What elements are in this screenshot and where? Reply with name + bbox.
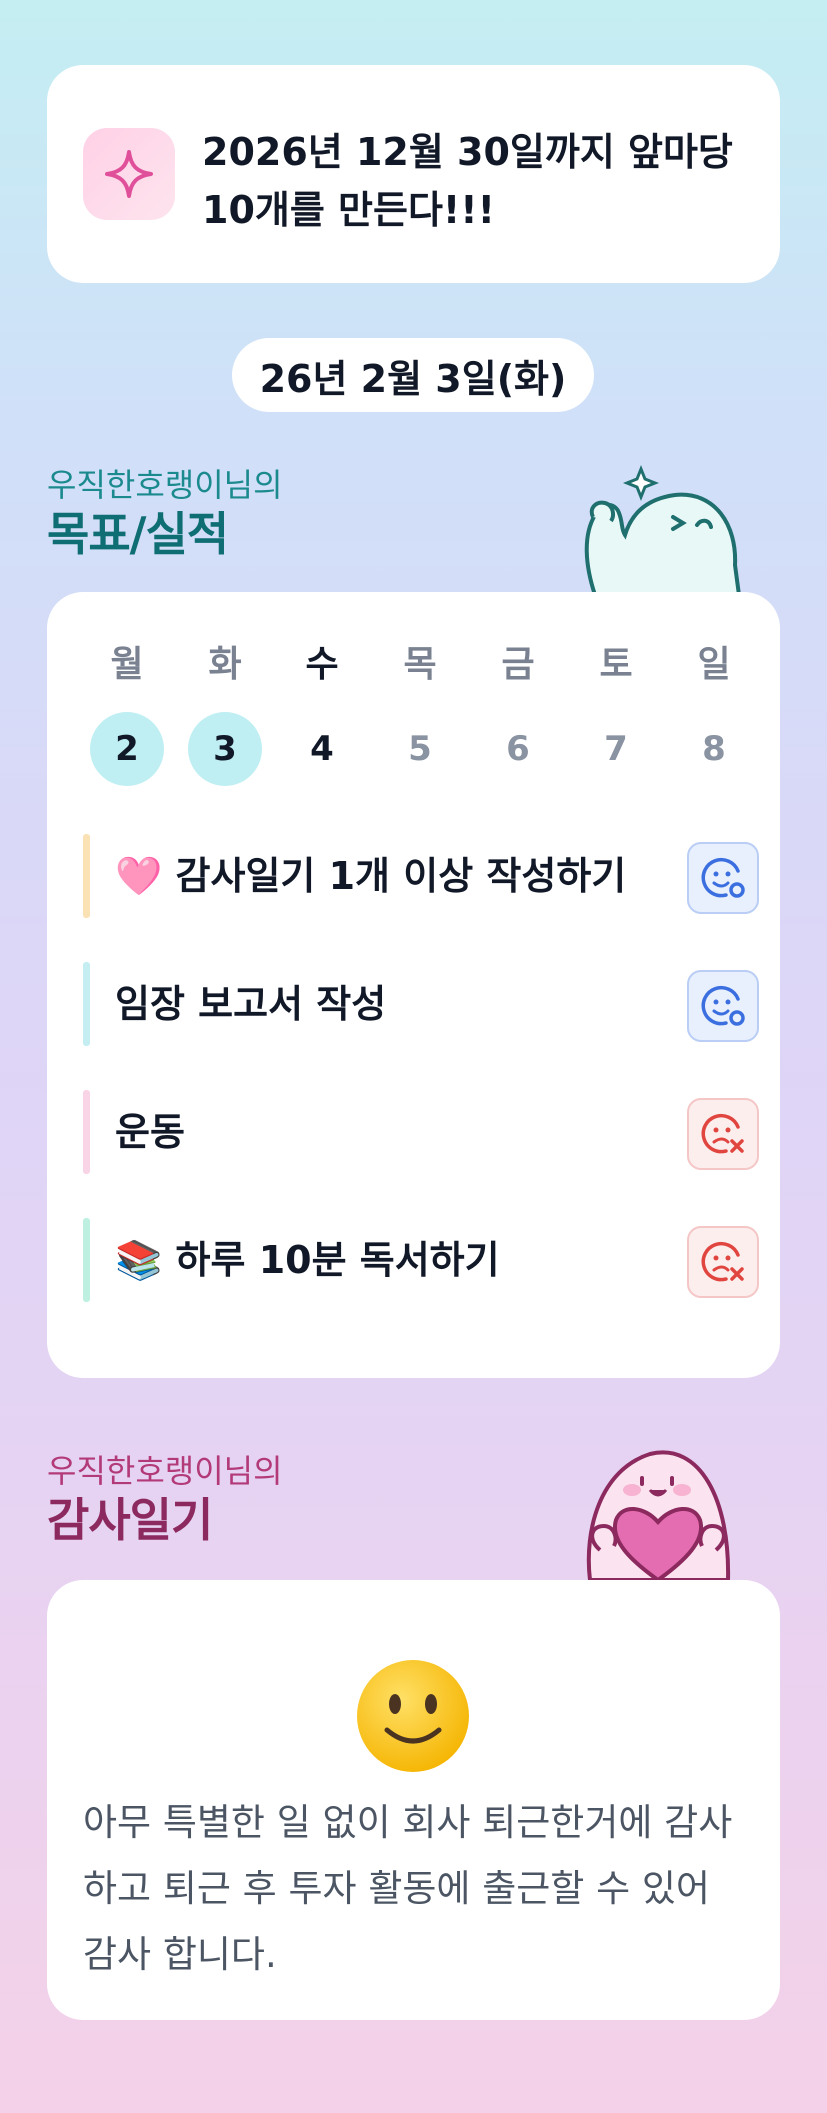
slightly-smiling-face-icon xyxy=(353,1656,473,1776)
task-item[interactable]: 운동 xyxy=(83,1090,759,1174)
day-name: 월 xyxy=(110,644,144,685)
task-label: 임장 보고서 작성 xyxy=(115,982,387,1026)
goals-section-title: 목표/실적 xyxy=(47,507,229,561)
smile-check-icon[interactable] xyxy=(687,970,759,1042)
goal-card[interactable]: 2026년 12월 30일까지 앞마당 10개를 만든다!!! xyxy=(47,65,780,283)
day-mon[interactable]: 월 2 xyxy=(87,640,167,786)
task-item[interactable]: 🩷 감사일기 1개 이상 작성하기 xyxy=(83,834,759,918)
day-name: 금 xyxy=(501,644,535,685)
day-thu[interactable]: 목 5 xyxy=(380,640,460,786)
goal-text: 2026년 12월 30일까지 앞마당 10개를 만든다!!! xyxy=(202,130,733,232)
day-number: 6 xyxy=(506,729,530,769)
task-color-bar xyxy=(83,1218,90,1302)
task-label: 운동 xyxy=(115,1110,185,1154)
day-sat[interactable]: 토 7 xyxy=(576,640,656,786)
day-number: 4 xyxy=(310,729,334,769)
day-number: 8 xyxy=(702,729,726,769)
task-item[interactable]: 임장 보고서 작성 xyxy=(83,962,759,1046)
week-calendar: 월 2 화 3 수 4 목 5 금 6 토 7 일 8 xyxy=(47,640,780,790)
frown-x-icon[interactable] xyxy=(687,1226,759,1298)
day-name: 수 xyxy=(305,644,339,685)
gratitude-card[interactable]: 아무 특별한 일 없이 회사 퇴근한거에 감사하고 퇴근 후 투자 활동에 출근… xyxy=(47,1580,780,2020)
day-number: 3 xyxy=(188,712,262,786)
sparkle-icon xyxy=(83,128,175,220)
day-fri[interactable]: 금 6 xyxy=(478,640,558,786)
ghost-heart-mascot-icon xyxy=(570,1440,745,1584)
task-color-bar xyxy=(83,962,90,1046)
day-name: 일 xyxy=(697,644,731,685)
smile-check-icon[interactable] xyxy=(687,842,759,914)
task-color-bar xyxy=(83,834,90,918)
day-tue[interactable]: 화 3 xyxy=(185,640,265,786)
goals-card: 월 2 화 3 수 4 목 5 금 6 토 7 일 8 🩷 감사일기 1개 이상… xyxy=(47,592,780,1378)
gratitude-section-title: 감사일기 xyxy=(47,1493,213,1547)
day-name: 토 xyxy=(599,644,633,685)
day-number: 5 xyxy=(408,729,432,769)
day-number: 2 xyxy=(90,712,164,786)
frown-x-icon[interactable] xyxy=(687,1098,759,1170)
task-item[interactable]: 📚 하루 10분 독서하기 xyxy=(83,1218,759,1302)
task-label: 📚 하루 10분 독서하기 xyxy=(115,1238,500,1282)
ghost-mascot-icon xyxy=(575,455,745,599)
date-selector[interactable]: 26년 2월 3일(화) xyxy=(232,338,594,412)
gratitude-entry-text: 아무 특별한 일 없이 회사 퇴근한거에 감사하고 퇴근 후 투자 활동에 출근… xyxy=(83,1801,733,1976)
day-sun[interactable]: 일 8 xyxy=(674,640,754,786)
day-wed[interactable]: 수 4 xyxy=(282,640,362,786)
day-name: 화 xyxy=(208,644,242,685)
task-color-bar xyxy=(83,1090,90,1174)
task-label: 🩷 감사일기 1개 이상 작성하기 xyxy=(115,854,627,898)
day-name: 목 xyxy=(403,644,437,685)
day-number: 7 xyxy=(604,729,628,769)
